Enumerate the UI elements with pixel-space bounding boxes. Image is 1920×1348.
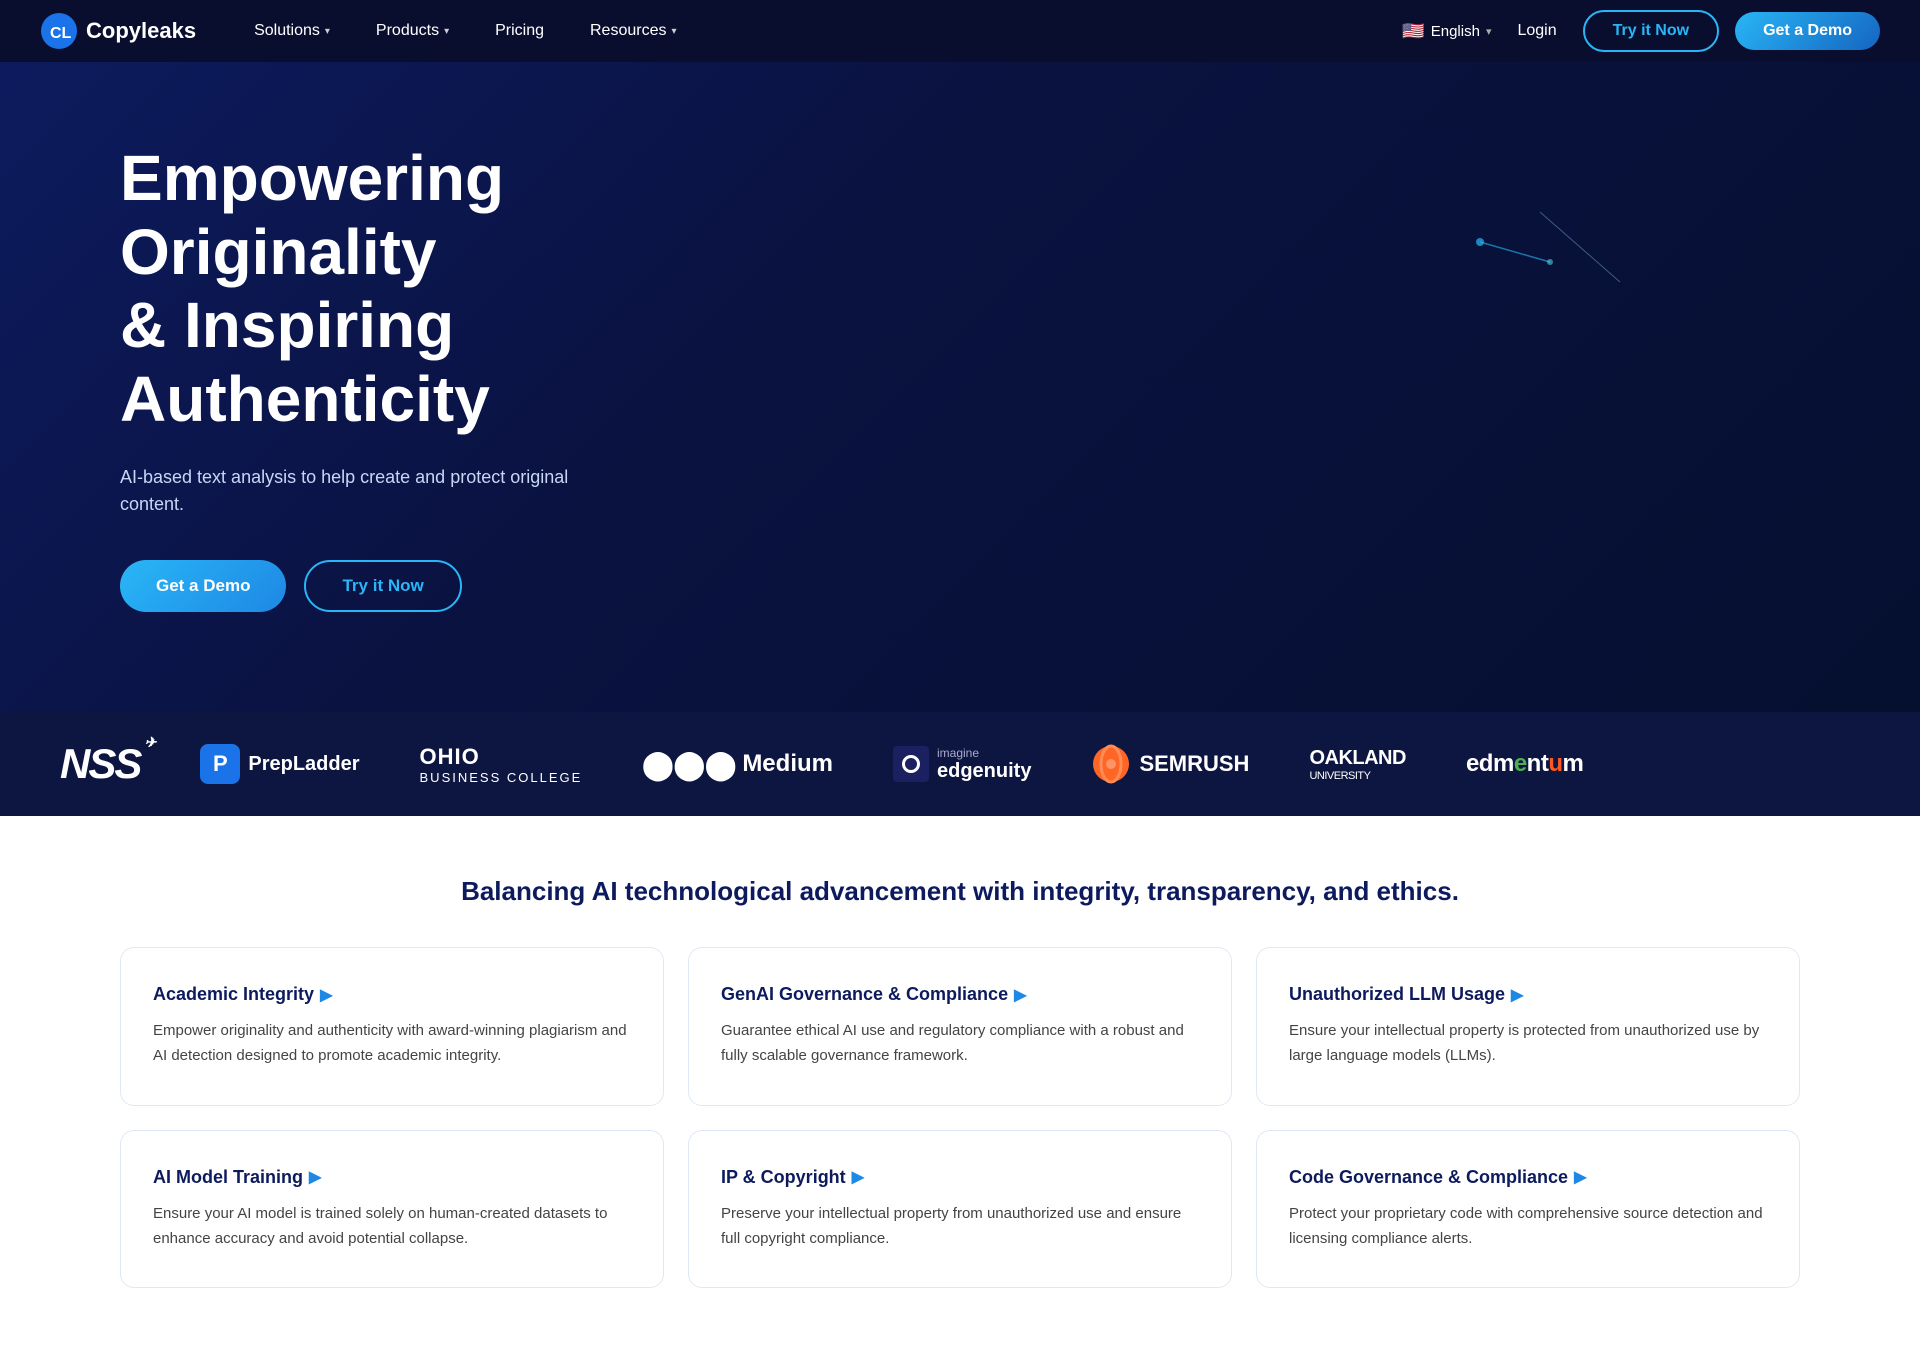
feature-desc-ip: Preserve your intellectual property from… [721, 1202, 1199, 1252]
arrow-right-icon: ▶ [1574, 1167, 1586, 1187]
logo-oakland: OAKLAND UNIVERSITY [1309, 747, 1406, 782]
hero-section: Empowering Originality & Inspiring Authe… [0, 62, 1920, 712]
feature-card-code: Code Governance & Compliance ▶ Protect y… [1256, 1130, 1800, 1289]
features-heading: Balancing AI technological advancement w… [120, 876, 1800, 907]
features-section: Balancing AI technological advancement w… [0, 816, 1920, 1348]
nav-pricing[interactable]: Pricing [477, 14, 562, 48]
feature-card-ai-training: AI Model Training ▶ Ensure your AI model… [120, 1130, 664, 1289]
try-it-now-hero-button[interactable]: Try it Now [304, 560, 461, 612]
feature-title-ai-training: AI Model Training ▶ [153, 1167, 631, 1188]
nav-solutions[interactable]: Solutions ▾ [236, 14, 348, 48]
login-button[interactable]: Login [1507, 14, 1566, 48]
try-it-now-button[interactable]: Try it Now [1583, 10, 1719, 52]
chevron-down-icon: ▾ [325, 26, 330, 37]
logo-semrush: SEMRUSH [1091, 744, 1249, 784]
hero-title: Empowering Originality & Inspiring Authe… [120, 142, 820, 436]
feature-desc-genai: Guarantee ethical AI use and regulatory … [721, 1019, 1199, 1069]
chevron-down-icon: ▾ [444, 26, 449, 37]
feature-card-llm: Unauthorized LLM Usage ▶ Ensure your int… [1256, 947, 1800, 1106]
get-demo-hero-button[interactable]: Get a Demo [120, 560, 286, 612]
logo[interactable]: CL Copyleaks [40, 12, 196, 50]
nav-resources[interactable]: Resources ▾ [572, 14, 695, 48]
hero-buttons: Get a Demo Try it Now [120, 560, 1800, 612]
chevron-down-icon: ▾ [1486, 25, 1492, 38]
logo-edmentum: edmentum [1466, 750, 1583, 778]
get-demo-nav-button[interactable]: Get a Demo [1735, 12, 1880, 50]
nav-right: 🇺🇸 English ▾ Login Try it Now Get a Demo [1402, 10, 1880, 52]
hero-decoration [1420, 162, 1720, 362]
feature-desc-code: Protect your proprietary code with compr… [1289, 1202, 1767, 1252]
copyleaks-logo-icon: CL [40, 12, 78, 50]
feature-title-code: Code Governance & Compliance ▶ [1289, 1167, 1767, 1188]
logo-ohio: OHIO BUSINESS COLLEGE [420, 744, 583, 785]
feature-title-genai: GenAI Governance & Compliance ▶ [721, 984, 1199, 1005]
arrow-right-icon: ▶ [309, 1167, 321, 1187]
feature-card-academic-integrity: Academic Integrity ▶ Empower originality… [120, 947, 664, 1106]
logo-medium: ⬤⬤⬤ Medium [642, 748, 833, 781]
logo-edgenuity: imagine edgenuity [893, 746, 1031, 783]
feature-card-ip: IP & Copyright ▶ Preserve your intellect… [688, 1130, 1232, 1289]
feature-title-llm: Unauthorized LLM Usage ▶ [1289, 984, 1767, 1005]
arrow-right-icon: ▶ [320, 985, 332, 1005]
chevron-down-icon: ▾ [671, 26, 676, 37]
features-grid: Academic Integrity ▶ Empower originality… [120, 947, 1800, 1288]
feature-card-genai: GenAI Governance & Compliance ▶ Guarante… [688, 947, 1232, 1106]
language-label: English [1431, 23, 1480, 40]
language-selector[interactable]: 🇺🇸 English ▾ [1402, 21, 1491, 42]
logo-nss: NSS [60, 740, 140, 788]
arrow-right-icon: ▶ [852, 1167, 864, 1187]
nav-links: Solutions ▾ Products ▾ Pricing Resources… [236, 14, 1402, 48]
logo-text: Copyleaks [86, 18, 196, 44]
navbar: CL Copyleaks Solutions ▾ Products ▾ Pric… [0, 0, 1920, 62]
feature-desc-ai-training: Ensure your AI model is trained solely o… [153, 1202, 631, 1252]
nav-products[interactable]: Products ▾ [358, 14, 467, 48]
feature-desc-llm: Ensure your intellectual property is pro… [1289, 1019, 1767, 1069]
flag-icon: 🇺🇸 [1402, 21, 1424, 42]
arrow-right-icon: ▶ [1014, 985, 1026, 1005]
arrow-right-icon: ▶ [1511, 985, 1523, 1005]
feature-title-academic: Academic Integrity ▶ [153, 984, 631, 1005]
svg-text:CL: CL [50, 25, 72, 42]
hero-subtitle: AI-based text analysis to help create an… [120, 464, 620, 518]
logos-strip: NSS P PrepLadder OHIO BUSINESS COLLEGE ⬤… [0, 712, 1920, 816]
logo-prepladder: P PrepLadder [200, 744, 359, 784]
feature-title-ip: IP & Copyright ▶ [721, 1167, 1199, 1188]
feature-desc-academic: Empower originality and authenticity wit… [153, 1019, 631, 1069]
